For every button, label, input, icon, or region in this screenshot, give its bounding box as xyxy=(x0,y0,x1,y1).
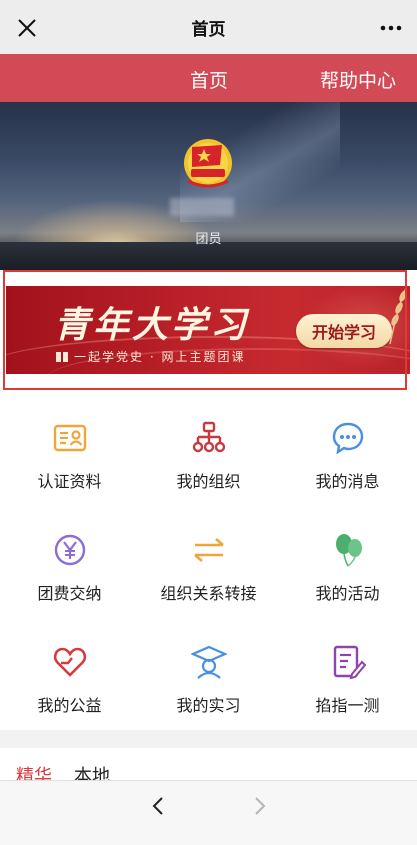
tab-help-center[interactable]: 帮助中心 xyxy=(320,66,396,93)
menu-item-certification[interactable]: 认证资料 xyxy=(0,394,139,506)
window-titlebar: 首页 xyxy=(0,0,417,54)
menu-grid: 认证资料 我的组织 我的消息 团费交纳 组织关系转接 我的活动 我的公益 我的实… xyxy=(0,394,417,730)
menu-item-label: 我的公益 xyxy=(37,696,102,715)
menu-item-quiz[interactable]: 掐指一测 xyxy=(278,618,417,730)
blurred-username xyxy=(170,198,234,216)
member-role: 团员 xyxy=(195,232,222,247)
tab-home[interactable]: 首页 xyxy=(190,66,228,93)
app-page: 首页 首页 帮助中心 团员 青年大学习 一起学党史 · 网上主题团课 开始学习 … xyxy=(0,0,417,845)
banner-highlight-frame xyxy=(3,270,407,390)
menu-item-my-activities[interactable]: 我的活动 xyxy=(278,506,417,618)
balloons-icon xyxy=(335,534,362,567)
tab-featured[interactable]: 精华 xyxy=(16,762,52,780)
menu-item-label: 我的实习 xyxy=(176,696,241,715)
menu-item-league-fee[interactable]: 团费交纳 xyxy=(0,506,139,618)
menu-item-label: 我的活动 xyxy=(315,584,380,603)
menu-item-relation-transfer[interactable]: 组织关系转接 xyxy=(139,506,278,618)
menu-item-label: 我的组织 xyxy=(176,472,241,491)
heart-hand-icon xyxy=(53,647,86,677)
browser-footer-nav xyxy=(0,780,417,845)
menu-item-my-messages[interactable]: 我的消息 xyxy=(278,394,417,506)
quiz-pencil-icon xyxy=(333,645,366,680)
tab-local[interactable]: 本地 xyxy=(74,762,110,780)
more-dots-icon[interactable] xyxy=(379,18,403,38)
section-divider xyxy=(0,730,417,748)
message-bubble-icon xyxy=(332,422,363,455)
menu-item-my-organization[interactable]: 我的组织 xyxy=(139,394,278,506)
menu-item-label: 组织关系转接 xyxy=(160,584,257,603)
window-title: 首页 xyxy=(191,19,226,40)
youth-league-badge-icon xyxy=(184,139,232,188)
menu-item-my-internship[interactable]: 我的实习 xyxy=(139,618,278,730)
yuan-coin-icon xyxy=(54,534,85,566)
menu-item-label: 我的消息 xyxy=(315,472,380,491)
menu-item-label: 团费交纳 xyxy=(37,584,102,603)
menu-item-my-charity[interactable]: 我的公益 xyxy=(0,618,139,730)
id-card-icon xyxy=(53,424,86,452)
org-chart-icon xyxy=(192,421,225,453)
chevron-right-icon[interactable] xyxy=(252,795,268,817)
close-icon[interactable] xyxy=(16,17,38,39)
transfer-arrows-icon xyxy=(193,538,224,562)
menu-item-label: 掐指一测 xyxy=(315,696,380,715)
profile-hero: 团员 xyxy=(0,102,417,270)
chevron-left-icon[interactable] xyxy=(150,795,166,817)
graduate-cap-icon xyxy=(190,645,227,679)
menu-item-label: 认证资料 xyxy=(37,472,102,491)
content-tabs: 精华 本地 xyxy=(0,748,417,780)
header-tabbar: 首页 帮助中心 xyxy=(0,54,417,102)
